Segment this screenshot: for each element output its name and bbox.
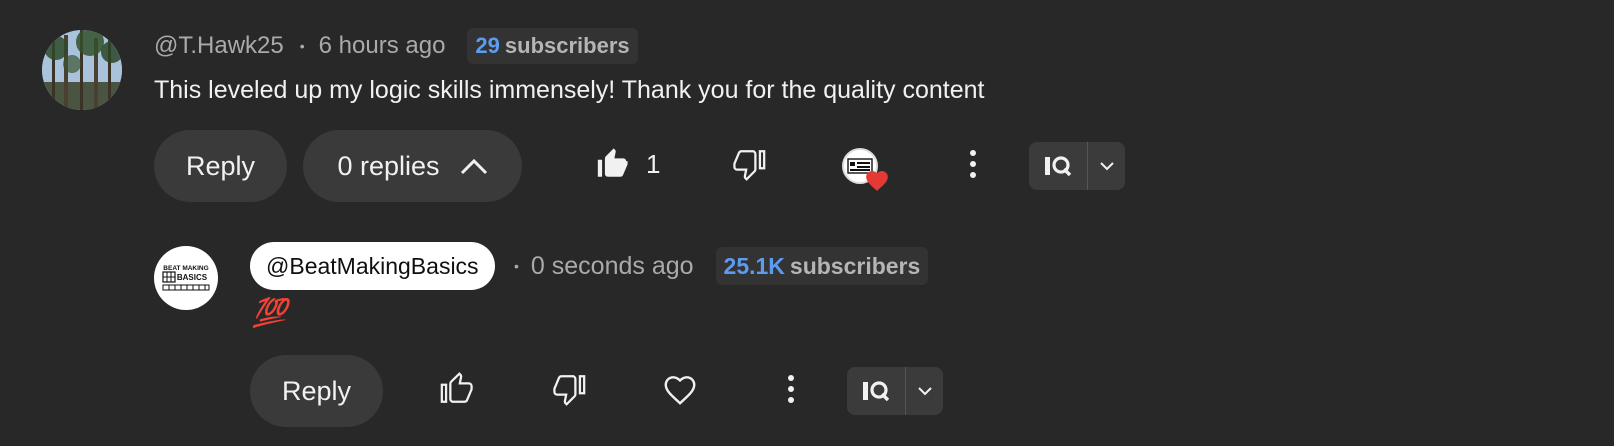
chevron-up-icon <box>460 157 488 175</box>
meta-separator: • <box>514 258 519 274</box>
iq-logo-icon <box>1045 156 1072 177</box>
comment-text: This leveled up my logic skills immensel… <box>154 76 985 104</box>
heart-button[interactable] <box>658 368 702 414</box>
hundred-emoji: 💯 <box>252 297 287 328</box>
commenter-avatar[interactable] <box>42 30 122 110</box>
reply-time[interactable]: 0 seconds ago <box>531 252 694 281</box>
subscriber-label: subscribers <box>789 252 921 279</box>
iq-button[interactable] <box>1029 142 1088 190</box>
heart-filled-icon <box>864 168 890 197</box>
iq-extension-control <box>847 367 943 415</box>
iq-dropdown-button[interactable] <box>1088 142 1125 190</box>
comment-time[interactable]: 6 hours ago <box>319 32 446 60</box>
thumbs-up-filled-icon <box>595 147 629 186</box>
iq-button[interactable] <box>847 367 906 415</box>
chevron-down-icon <box>917 387 932 396</box>
toggle-replies-button[interactable]: 0 replies <box>303 130 522 202</box>
replies-count-label: 0 replies <box>337 150 440 181</box>
creator-heart-badge[interactable] <box>842 148 890 194</box>
chevron-down-icon <box>1099 162 1114 171</box>
svg-text:BASICS: BASICS <box>177 273 208 282</box>
comment-author[interactable]: @T.Hawk25 <box>154 32 284 60</box>
subscriber-label: subscribers <box>504 33 630 58</box>
reply-author-chip[interactable]: @BeatMakingBasics <box>250 242 495 290</box>
subscriber-count: 29 <box>475 33 500 58</box>
reply-text: 💯 <box>252 296 287 329</box>
heart-outline-icon <box>662 372 698 411</box>
thumbs-down-icon <box>553 372 587 411</box>
comment-meta: @T.Hawk25 • 6 hours ago 29 subscribers <box>154 28 638 64</box>
reply-button[interactable]: Reply <box>154 130 287 202</box>
subscriber-badge: 29 subscribers <box>467 28 638 64</box>
thumbs-up-icon <box>439 371 473 411</box>
reply-meta: • 0 seconds ago 25.1K subscribers <box>514 247 929 285</box>
iq-dropdown-button[interactable] <box>906 367 943 415</box>
more-actions-button[interactable] <box>958 143 988 189</box>
vertical-dots-icon <box>787 374 795 409</box>
reply-button[interactable]: Reply <box>250 355 383 427</box>
like-button[interactable] <box>590 143 634 189</box>
iq-logo-icon <box>863 381 890 402</box>
like-button[interactable] <box>434 368 478 414</box>
subscriber-count: 25.1K <box>723 252 785 279</box>
meta-separator: • <box>299 38 305 54</box>
dislike-button[interactable] <box>548 368 592 414</box>
vertical-dots-icon <box>969 149 977 184</box>
beat-making-basics-logo-icon: BEAT MAKING BASICS <box>162 265 210 291</box>
more-actions-button[interactable] <box>776 368 806 414</box>
subscriber-badge: 25.1K subscribers <box>715 247 929 285</box>
thumbs-down-icon <box>733 147 767 186</box>
svg-text:BEAT MAKING: BEAT MAKING <box>163 265 208 272</box>
like-count: 1 <box>646 149 661 179</box>
dislike-button[interactable] <box>728 143 772 189</box>
iq-extension-control <box>1029 142 1125 190</box>
reply-author-avatar[interactable]: BEAT MAKING BASICS <box>154 246 218 310</box>
